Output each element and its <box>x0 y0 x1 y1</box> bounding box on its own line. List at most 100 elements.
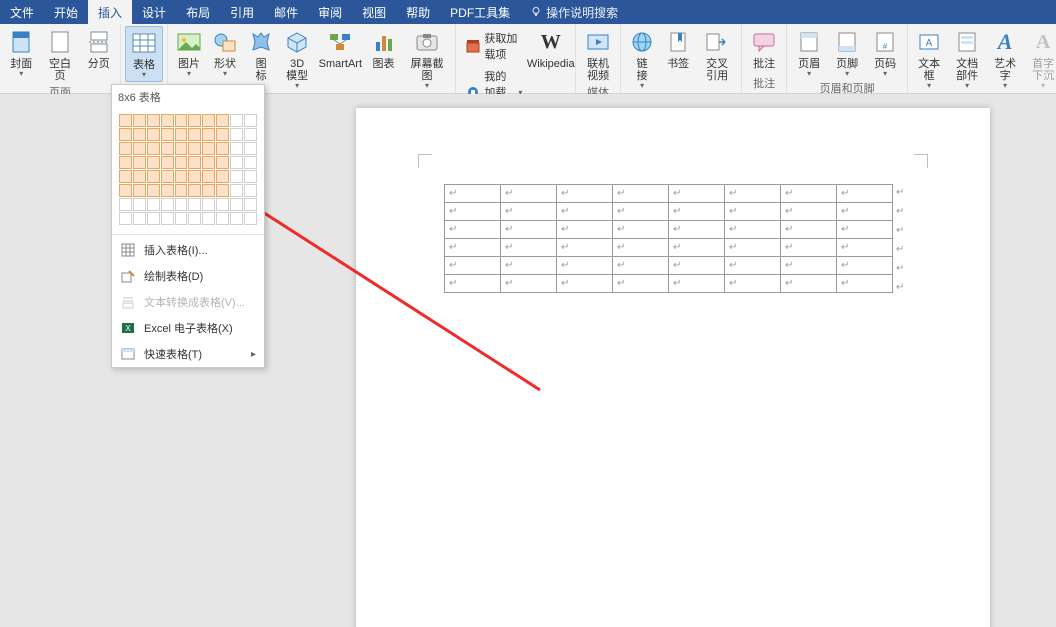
grid-cell[interactable] <box>216 212 229 225</box>
grid-cell[interactable] <box>161 114 174 127</box>
grid-cell[interactable] <box>175 212 188 225</box>
table-cell[interactable]: ↵ <box>557 185 613 203</box>
grid-cell[interactable] <box>230 184 243 197</box>
grid-cell[interactable] <box>216 156 229 169</box>
table-cell[interactable]: ↵ <box>557 275 613 293</box>
grid-cell[interactable] <box>119 184 132 197</box>
table-cell[interactable]: ↵ <box>445 239 501 257</box>
grid-cell[interactable] <box>175 184 188 197</box>
tab-home[interactable]: 开始 <box>44 0 88 24</box>
grid-cell[interactable] <box>119 198 132 211</box>
tab-file[interactable]: 文件 <box>0 0 44 24</box>
grid-cell[interactable] <box>188 212 201 225</box>
drop-cap-button[interactable]: A 首字下沉 ▾ <box>1024 26 1056 92</box>
grid-cell[interactable] <box>230 198 243 211</box>
grid-cell[interactable] <box>216 170 229 183</box>
grid-cell[interactable] <box>216 128 229 141</box>
grid-cell[interactable] <box>161 170 174 183</box>
grid-cell[interactable] <box>216 114 229 127</box>
grid-cell[interactable] <box>133 184 146 197</box>
table-cell[interactable]: ↵ <box>669 239 725 257</box>
grid-cell[interactable] <box>147 128 160 141</box>
bookmark-button[interactable]: 书签 <box>661 26 695 72</box>
grid-cell[interactable] <box>175 114 188 127</box>
grid-cell[interactable] <box>147 184 160 197</box>
table-cell[interactable]: ↵ <box>781 239 837 257</box>
grid-cell[interactable] <box>188 184 201 197</box>
grid-cell[interactable] <box>188 142 201 155</box>
icons-button[interactable]: 图 标 <box>244 26 278 84</box>
grid-cell[interactable] <box>188 156 201 169</box>
inserted-table[interactable]: ↵↵↵↵↵↵↵↵↵↵↵↵↵↵↵↵↵↵↵↵↵↵↵↵↵↵↵↵↵↵↵↵↵↵↵↵↵↵↵↵… <box>444 184 893 293</box>
table-cell[interactable]: ↵ <box>725 257 781 275</box>
table-cell[interactable]: ↵ <box>837 221 893 239</box>
grid-cell[interactable] <box>119 128 132 141</box>
menu-excel-spreadsheet[interactable]: X Excel 电子表格(X) <box>112 315 264 341</box>
chart-button[interactable]: 图表 <box>366 26 400 72</box>
grid-cell[interactable] <box>119 142 132 155</box>
tab-pdf-tools[interactable]: PDF工具集 <box>440 0 520 24</box>
table-cell[interactable]: ↵ <box>837 185 893 203</box>
table-cell[interactable]: ↵ <box>557 203 613 221</box>
table-cell[interactable]: ↵ <box>781 257 837 275</box>
table-cell[interactable]: ↵ <box>613 275 669 293</box>
text-box-button[interactable]: A 文本框 ▾ <box>912 26 946 92</box>
grid-cell[interactable] <box>133 156 146 169</box>
grid-cell[interactable] <box>147 198 160 211</box>
table-cell[interactable]: ↵ <box>669 257 725 275</box>
table-button[interactable]: 表格 ▾ <box>125 26 163 82</box>
grid-cell[interactable] <box>244 212 257 225</box>
page-break-button[interactable]: 分页 <box>82 26 116 72</box>
table-cell[interactable]: ↵ <box>445 221 501 239</box>
table-size-grid[interactable] <box>112 109 264 232</box>
table-cell[interactable]: ↵ <box>501 239 557 257</box>
tab-mailings[interactable]: 邮件 <box>264 0 308 24</box>
grid-cell[interactable] <box>161 128 174 141</box>
table-cell[interactable]: ↵ <box>613 257 669 275</box>
smartart-button[interactable]: SmartArt <box>316 26 364 72</box>
table-cell[interactable]: ↵ <box>613 203 669 221</box>
grid-cell[interactable] <box>244 170 257 183</box>
table-cell[interactable]: ↵ <box>445 203 501 221</box>
grid-cell[interactable] <box>133 114 146 127</box>
grid-cell[interactable] <box>202 198 215 211</box>
table-cell[interactable]: ↵ <box>445 185 501 203</box>
tell-me-search[interactable]: 操作说明搜索 <box>520 0 628 24</box>
table-cell[interactable]: ↵ <box>557 239 613 257</box>
table-cell[interactable]: ↵ <box>725 275 781 293</box>
grid-cell[interactable] <box>230 156 243 169</box>
link-button[interactable]: 链 接 ▾ <box>625 26 659 92</box>
table-cell[interactable]: ↵ <box>781 221 837 239</box>
grid-cell[interactable] <box>230 212 243 225</box>
grid-cell[interactable] <box>119 212 132 225</box>
table-cell[interactable]: ↵ <box>501 185 557 203</box>
comment-button[interactable]: 批注 <box>746 26 782 72</box>
grid-cell[interactable] <box>188 114 201 127</box>
grid-cell[interactable] <box>188 128 201 141</box>
table-cell[interactable]: ↵ <box>445 257 501 275</box>
table-cell[interactable]: ↵ <box>725 221 781 239</box>
table-cell[interactable]: ↵ <box>557 257 613 275</box>
grid-cell[interactable] <box>133 142 146 155</box>
grid-cell[interactable] <box>119 114 132 127</box>
pictures-button[interactable]: 图片 ▾ <box>172 26 206 80</box>
grid-cell[interactable] <box>175 170 188 183</box>
grid-cell[interactable] <box>216 184 229 197</box>
screenshot-button[interactable]: 屏幕截图 ▾ <box>403 26 452 92</box>
grid-cell[interactable] <box>188 198 201 211</box>
table-cell[interactable]: ↵ <box>669 185 725 203</box>
grid-cell[interactable] <box>133 170 146 183</box>
grid-cell[interactable] <box>161 142 174 155</box>
grid-cell[interactable] <box>161 156 174 169</box>
table-cell[interactable]: ↵ <box>837 275 893 293</box>
grid-cell[interactable] <box>202 114 215 127</box>
table-cell[interactable]: ↵ <box>445 275 501 293</box>
table-cell[interactable]: ↵ <box>501 275 557 293</box>
table-cell[interactable]: ↵ <box>557 221 613 239</box>
tab-references[interactable]: 引用 <box>220 0 264 24</box>
table-cell[interactable]: ↵ <box>669 221 725 239</box>
grid-cell[interactable] <box>244 156 257 169</box>
menu-quick-tables[interactable]: 快速表格(T) ▸ <box>112 341 264 367</box>
grid-cell[interactable] <box>202 184 215 197</box>
table-cell[interactable]: ↵ <box>613 185 669 203</box>
